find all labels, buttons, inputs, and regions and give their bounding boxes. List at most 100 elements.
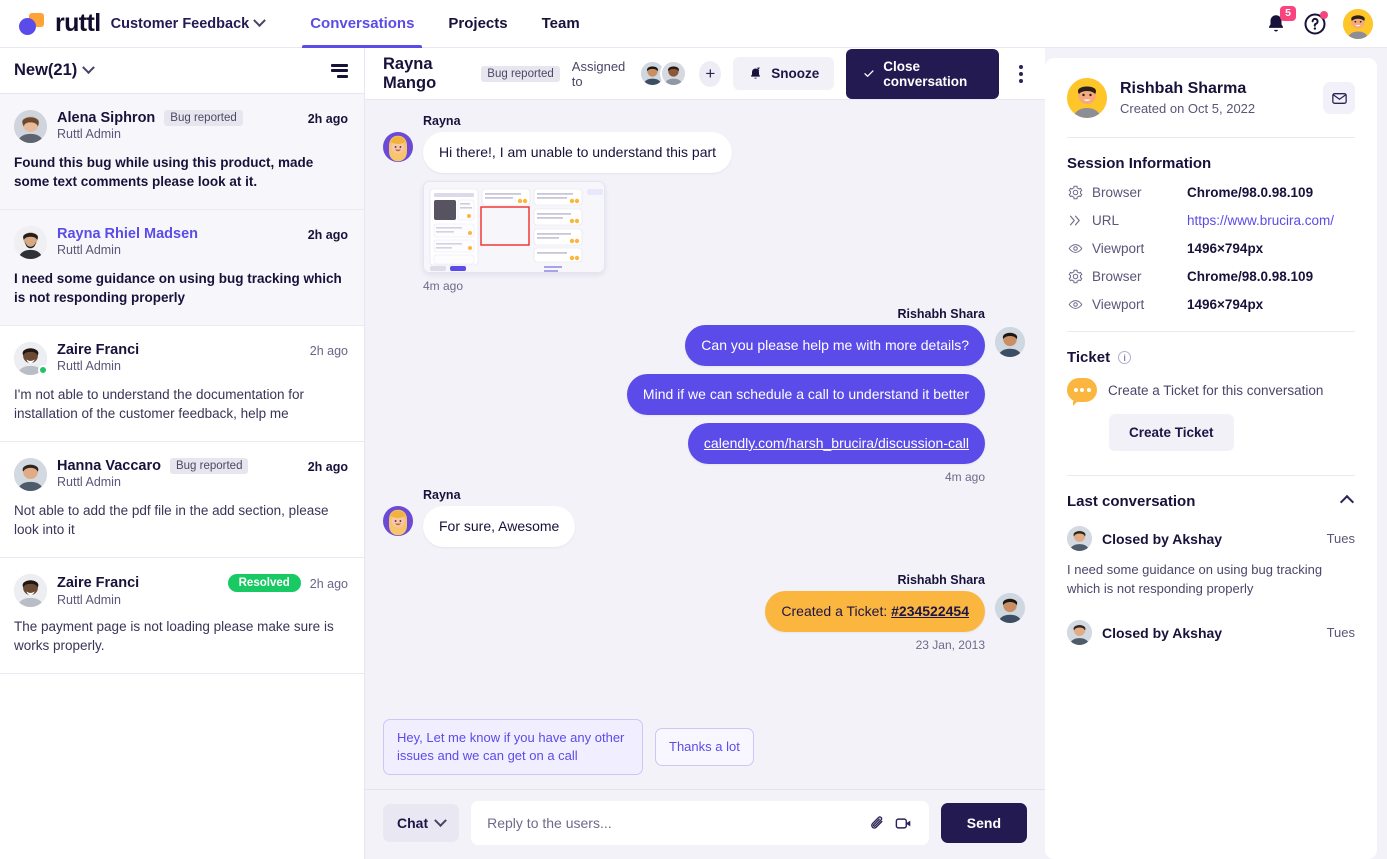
list-item-role: Ruttl Admin [57,475,121,489]
list-item-role: Ruttl Admin [57,127,121,141]
attach-file-icon[interactable] [865,810,891,836]
session-value: 1496×794px [1187,240,1264,256]
ticket-id-link[interactable]: #234522454 [891,603,969,619]
conversation-list[interactable]: Alena Siphron Bug reported 2h ago Ruttl … [0,94,364,859]
avatar [383,132,413,162]
check-icon [864,70,874,77]
create-ticket-button[interactable]: Create Ticket [1109,414,1234,451]
avatar-image-icon [14,574,47,607]
add-assignee-button[interactable]: + [699,60,722,87]
ticket-message-bubble[interactable]: Created a Ticket: #234522454 [765,591,985,632]
top-bar: ruttl Customer Feedback Conversations Pr… [0,0,1387,48]
url-icon [1067,212,1083,228]
list-item-header: Rayna Rhiel Madsen 2h ago Ruttl Admin [14,226,348,259]
record-video-icon[interactable] [891,810,917,836]
tab-projects[interactable]: Projects [448,0,507,48]
last-conversation-item[interactable]: Closed by Akshay Tues I need some guidan… [1067,526,1355,598]
ruttl-logo-icon [18,12,48,35]
list-item[interactable]: Zaire Franci 2h ago Ruttl Admin I'm not … [0,326,364,442]
sort-filter-icon[interactable] [331,63,348,78]
list-item[interactable]: Zaire Franci Resolved 2h ago Ruttl Admin… [0,558,364,674]
calendly-link[interactable]: calendly.com/harsh_brucira/discussion-ca… [704,435,969,451]
more-options-icon[interactable] [1011,59,1031,89]
avatar-current-user[interactable] [1343,8,1373,39]
avatar [995,327,1025,357]
list-item-name-row: Alena Siphron Bug reported 2h ago [57,110,348,126]
message-bubble: Can you please help me with more details… [685,325,985,366]
avatar [995,593,1025,623]
main-nav: Conversations Projects Team [302,0,580,48]
avatar-image-icon [662,62,686,85]
list-item[interactable]: Hanna Vaccaro Bug reported 2h ago Ruttl … [0,442,364,558]
screenshot-preview-icon [424,182,604,272]
last-conversation-title: Last conversation [1067,493,1196,510]
list-item-name: Alena Siphron [57,110,156,126]
close-conversation-button[interactable]: Close conversation [846,48,999,99]
assigned-to-label: Assigned to [571,58,626,89]
help-button[interactable] [1303,10,1328,36]
assignee-avatars [639,60,688,87]
quick-reply-chip[interactable]: Thanks a lot [655,728,754,766]
message-thread: Rayna Hi there!, I am unable to understa… [365,100,1045,709]
message-block: Rayna Hi there!, I am unable to understa… [423,114,733,293]
list-item-time: 2h ago [309,344,348,358]
message-composer: Chat Reply to the users... Send [365,789,1045,859]
session-key: Browser [1092,268,1142,284]
message-row: Rayna For sure, Awesome [383,488,1025,547]
list-item[interactable]: Alena Siphron Bug reported 2h ago Ruttl … [0,94,364,210]
status-badge: Bug reported [481,65,560,82]
avatar-image-icon [1067,78,1107,118]
brand-logo[interactable]: ruttl [18,11,101,36]
snooze-button[interactable]: Snooze [733,57,835,90]
composer-mode-select[interactable]: Chat [383,804,460,842]
message-block: Rayna For sure, Awesome [423,488,576,547]
divider [1067,475,1355,476]
avatar [383,506,413,536]
last-conversation-header[interactable]: Last conversation [1067,493,1355,510]
info-icon[interactable]: i [1118,351,1132,364]
notification-badge: 5 [1280,5,1296,21]
avatar-image-icon [383,506,413,536]
tab-conversations[interactable]: Conversations [302,0,423,48]
workspace-switcher[interactable]: Customer Feedback [110,14,267,32]
status-badge: Bug reported [164,110,243,126]
message-row: Rishabh Shara Can you please help me wit… [383,307,1025,484]
list-item-time: 2h ago [307,112,348,126]
video-camera-icon [895,817,911,829]
conversation-filter-label: New(21) [14,61,78,79]
session-row-viewport-2: Viewport 1496×794px [1067,296,1355,312]
avatar-image-icon [1067,526,1092,551]
last-conversation-row: Closed by Akshay Tues [1067,526,1355,551]
logo-wordmark: ruttl [55,9,101,37]
avatar[interactable] [660,60,688,87]
conversation-filter-dropdown[interactable]: New(21) [14,61,96,80]
message-sender: Rishabh Shara [897,573,985,587]
tab-team[interactable]: Team [542,0,580,48]
conversation-list-panel: New(21) Alena Siphron Bug reported 2h ag… [0,48,365,859]
chevron-down-icon [434,813,447,827]
send-button[interactable]: Send [940,803,1027,843]
reply-input-wrapper[interactable] [471,801,929,845]
message-attachment-thumbnail[interactable] [423,181,605,273]
list-item-preview: I need some guidance on using bug tracki… [14,271,342,305]
snooze-label: Snooze [771,66,820,81]
list-item-name-row: Zaire Franci 2h ago [57,342,348,358]
contact-text: Rishbah Sharma Created on Oct 5, 2022 [1120,80,1255,116]
contact-profile: Rishbah Sharma Created on Oct 5, 2022 [1067,78,1355,118]
chevron-up-icon[interactable] [1339,494,1355,509]
session-value: Chrome/98.0.98.109 [1187,268,1314,284]
contact-name: Rishbah Sharma [1120,80,1247,97]
list-item-name[interactable]: Rayna Rhiel Madsen [57,226,198,242]
email-contact-button[interactable] [1323,82,1355,114]
last-conversation-item[interactable]: Closed by Akshay Tues [1067,620,1355,645]
avatar [14,110,47,143]
session-value-link[interactable]: https://www.brucira.com/ [1187,213,1334,228]
snooze-bell-icon [751,67,761,79]
notifications-button[interactable]: 5 [1265,5,1296,36]
reply-input[interactable] [487,815,865,831]
message-bubble-link[interactable]: calendly.com/harsh_brucira/discussion-ca… [687,423,985,464]
list-item[interactable]: Rayna Rhiel Madsen 2h ago Ruttl Admin I … [0,210,364,326]
workspace-name: Customer Feedback [110,15,250,32]
status-badge: Resolved [227,574,301,592]
quick-reply-chip[interactable]: Hey, Let me know if you have any other i… [383,719,643,775]
